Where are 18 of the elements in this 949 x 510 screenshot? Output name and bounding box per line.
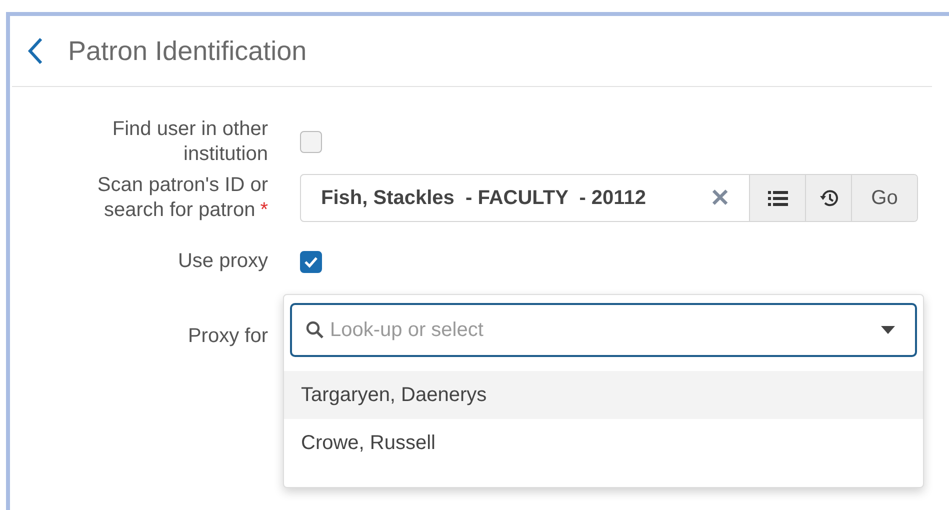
checkbox[interactable] [300, 250, 322, 272]
field-label: Use proxy [178, 249, 268, 274]
list-icon [768, 190, 788, 206]
checkbox[interactable] [300, 131, 322, 153]
field-label: Find user in other institution [111, 117, 268, 167]
checkmark-icon [304, 256, 318, 268]
dropdown-option[interactable]: Crowe, Russell [284, 419, 923, 467]
caret-icon [881, 326, 895, 334]
search-icon [306, 321, 324, 339]
patron-search-field[interactable]: Fish, Stackles - FACULTY - 20112 ✕ Go [300, 174, 918, 222]
field-label: Proxy for [188, 324, 268, 349]
history-button[interactable] [805, 175, 851, 221]
list-button[interactable] [749, 175, 805, 221]
history-icon [818, 188, 838, 208]
go-button[interactable]: Go [851, 175, 917, 221]
field-label: Scan patron's ID or search for patron * [96, 173, 268, 223]
page-title: Patron Identification [68, 36, 307, 66]
dropdown-option[interactable]: Targaryen, Daenerys [284, 371, 923, 419]
